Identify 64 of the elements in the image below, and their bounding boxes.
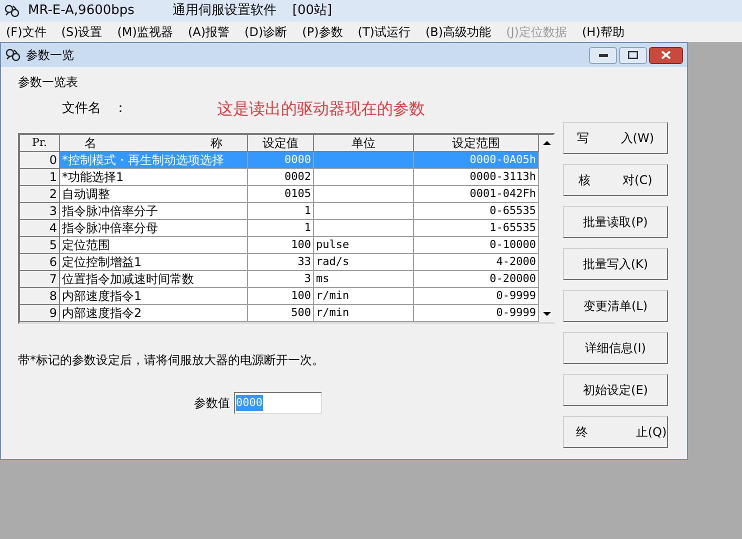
table-cell: r/min bbox=[314, 305, 414, 322]
menu-item[interactable]: (F)文件 bbox=[6, 23, 46, 41]
menu-item[interactable]: (B)高级功能 bbox=[425, 23, 492, 41]
row-number: 6 bbox=[20, 254, 60, 271]
selected-value: 0000 bbox=[236, 394, 262, 412]
table-row[interactable]: 7 位置指令加减速时间常数 3 ms 0-20000 bbox=[20, 271, 539, 288]
action-button[interactable]: 核 对(C) bbox=[563, 164, 668, 196]
close-button[interactable] bbox=[649, 46, 683, 64]
menu-item[interactable]: (H)帮助 bbox=[582, 23, 624, 41]
table-row[interactable]: 9 内部速度指令2 500 r/min 0-9999 bbox=[20, 305, 539, 322]
app-subtitle: 通用伺服设置软件 bbox=[172, 2, 276, 20]
column-header[interactable]: 单位 bbox=[314, 135, 414, 152]
scrollbar[interactable] bbox=[539, 135, 555, 322]
app-title: MR-E-A,9600bps bbox=[28, 2, 134, 20]
row-number: 5 bbox=[20, 237, 60, 254]
menu-item[interactable]: (A)报警 bbox=[188, 23, 230, 41]
group-label: 参数一览表 bbox=[18, 74, 79, 91]
window-title: 参数一览 bbox=[26, 47, 74, 64]
menu-item[interactable]: (D)诊断 bbox=[244, 23, 288, 41]
action-button[interactable]: 初始设定(E) bbox=[563, 374, 668, 406]
action-button[interactable]: 写 入(W) bbox=[563, 122, 668, 154]
row-number: 0 bbox=[20, 152, 60, 169]
window-icon bbox=[5, 47, 21, 63]
row-number: 8 bbox=[20, 288, 60, 305]
table-cell: 500 bbox=[248, 305, 314, 322]
row-number: 4 bbox=[20, 220, 60, 237]
column-header[interactable]: 名 称 bbox=[60, 135, 248, 152]
action-button[interactable]: 变更清单(L) bbox=[563, 290, 668, 322]
note-text: 带*标记的参数设定后，请将伺服放大器的电源断开一次。 bbox=[18, 352, 325, 369]
table-row[interactable]: 1 *功能选择1 0002 0000-3113h bbox=[20, 169, 539, 186]
station-label: [00站] bbox=[292, 2, 332, 20]
table-row[interactable]: 4 指令脉冲倍率分母 1 1-65535 bbox=[20, 220, 539, 237]
minimize-button[interactable] bbox=[589, 46, 617, 64]
table-row[interactable]: 8 内部速度指令1 100 r/min 0-9999 bbox=[20, 288, 539, 305]
table-row[interactable]: 5 定位范围 100 pulse 0-10000 bbox=[20, 237, 539, 254]
action-button[interactable]: 批量写入(K) bbox=[563, 248, 668, 280]
column-header[interactable]: Pr. bbox=[20, 135, 60, 152]
table-row[interactable]: 3 指令脉冲倍率分子 1 0-65535 bbox=[20, 203, 539, 220]
menu-item[interactable]: (S)设置 bbox=[61, 23, 102, 41]
file-name-label: 文件名 ： bbox=[62, 100, 127, 118]
table-cell: 内部速度指令2 bbox=[60, 305, 248, 322]
value-label: 参数值 bbox=[194, 395, 230, 412]
action-button[interactable]: 批量读取(P) bbox=[563, 206, 668, 238]
row-number: 3 bbox=[20, 203, 60, 220]
maximize-icon bbox=[628, 51, 638, 59]
app-icon bbox=[4, 3, 20, 19]
row-number: 9 bbox=[20, 305, 60, 322]
column-header[interactable]: 设定值 bbox=[248, 135, 314, 152]
table-row[interactable]: 0 *控制模式・再生制动选项选择 0000 0000-0A05h bbox=[20, 152, 539, 169]
action-button[interactable]: 终 止(Q) bbox=[563, 416, 668, 448]
menu-item[interactable]: (M)监视器 bbox=[117, 23, 173, 41]
column-header[interactable]: 设定范围 bbox=[414, 135, 539, 152]
row-number: 1 bbox=[20, 169, 60, 186]
row-number: 2 bbox=[20, 186, 60, 203]
row-number: 7 bbox=[20, 271, 60, 288]
menu-item[interactable]: (P)参数 bbox=[302, 23, 343, 41]
annotation-text: 这是读出的驱动器现在的参数 bbox=[217, 98, 425, 120]
menu-item[interactable]: (T)试运行 bbox=[358, 23, 410, 41]
minimize-icon bbox=[598, 54, 608, 56]
action-button[interactable]: 详细信息(I) bbox=[563, 332, 668, 364]
maximize-button[interactable] bbox=[619, 46, 647, 64]
table-row[interactable]: 2 自动调整 0105 0001-042Fh bbox=[20, 186, 539, 203]
close-icon bbox=[661, 51, 671, 59]
table-row[interactable]: 6 定位控制增益1 33 rad/s 4-2000 bbox=[20, 254, 539, 271]
